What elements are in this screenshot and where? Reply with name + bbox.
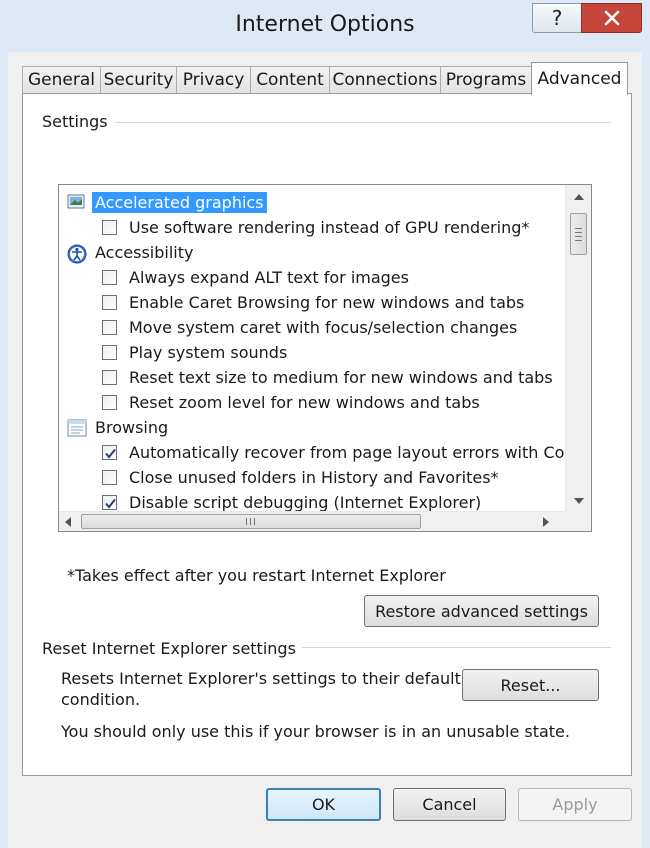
horizontal-scroll-thumb[interactable] <box>81 514 421 529</box>
tab-connections[interactable]: Connections <box>329 66 441 93</box>
browsing-icon <box>67 419 87 437</box>
scroll-right-arrow[interactable] <box>537 512 555 531</box>
cancel-button[interactable]: Cancel <box>393 788 506 821</box>
category-label: Accelerated graphics <box>92 192 267 213</box>
ok-button[interactable]: OK <box>266 788 381 821</box>
vertical-scroll-thumb[interactable] <box>570 213 587 255</box>
arrow-up-icon <box>574 194 584 200</box>
accessibility-icon <box>67 244 87 263</box>
dialog-body: General Security Privacy Content Connect… <box>8 52 642 848</box>
tab-security[interactable]: Security <box>100 66 177 93</box>
option-label: Disable script debugging (Internet Explo… <box>129 493 482 512</box>
reset-description-line2: condition. <box>61 690 141 709</box>
option-label: Reset text size to medium for new window… <box>129 368 553 387</box>
checkbox[interactable] <box>102 345 117 360</box>
setting-option[interactable]: Reset zoom level for new windows and tab… <box>102 390 480 415</box>
setting-option[interactable]: Automatically recover from page layout e… <box>102 440 592 465</box>
scroll-left-arrow[interactable] <box>59 512 77 531</box>
tab-content[interactable]: Content <box>250 66 330 93</box>
checkbox[interactable] <box>102 270 117 285</box>
option-label: Close unused folders in History and Favo… <box>129 468 499 487</box>
setting-option[interactable]: Always expand ALT text for images <box>102 265 409 290</box>
monitor-icon <box>67 194 85 212</box>
close-button[interactable] <box>581 3 642 33</box>
tab-advanced[interactable]: Advanced <box>531 62 628 95</box>
scrollbar-corner <box>565 511 591 531</box>
option-label: Move system caret with focus/selection c… <box>129 318 518 337</box>
reset-description-line1: Resets Internet Explorer's settings to t… <box>61 669 461 688</box>
horizontal-scrollbar[interactable] <box>59 511 567 531</box>
advanced-panel: Settings Accelerated graphics Use softwar… <box>22 93 632 776</box>
arrow-down-icon <box>574 498 584 504</box>
option-label: Enable Caret Browsing for new windows an… <box>129 293 525 312</box>
option-label: Use software rendering instead of GPU re… <box>129 218 530 237</box>
option-label: Always expand ALT text for images <box>129 268 409 287</box>
help-button[interactable]: ? <box>532 3 582 33</box>
tab-privacy[interactable]: Privacy <box>176 66 251 93</box>
setting-option[interactable]: Enable Caret Browsing for new windows an… <box>102 290 524 315</box>
checkbox-checked[interactable] <box>102 495 117 510</box>
option-label: Reset zoom level for new windows and tab… <box>129 393 480 412</box>
reset-divider <box>297 647 611 648</box>
reset-warning: You should only use this if your browser… <box>61 722 570 741</box>
settings-divider <box>115 122 611 123</box>
reset-group-title: Reset Internet Explorer settings <box>42 639 302 658</box>
tab-strip: General Security Privacy Content Connect… <box>22 62 642 95</box>
checkbox[interactable] <box>102 320 117 335</box>
setting-option[interactable]: Play system sounds <box>102 340 287 365</box>
tab-programs[interactable]: Programs <box>440 66 532 93</box>
reset-button[interactable]: Reset... <box>462 669 599 701</box>
vertical-scrollbar[interactable] <box>565 185 591 512</box>
setting-option[interactable]: Move system caret with focus/selection c… <box>102 315 517 340</box>
setting-option[interactable]: Reset text size to medium for new window… <box>102 365 553 390</box>
settings-group-title: Settings <box>42 112 114 131</box>
settings-category[interactable]: Accelerated graphics <box>67 190 267 215</box>
checkbox[interactable] <box>102 470 117 485</box>
option-label: Play system sounds <box>129 343 288 362</box>
setting-option[interactable]: Close unused folders in History and Favo… <box>102 465 499 490</box>
setting-option[interactable]: Use software rendering instead of GPU re… <box>102 215 529 240</box>
checkbox-checked[interactable] <box>102 445 117 460</box>
settings-category[interactable]: Browsing <box>67 415 171 440</box>
restart-footnote: *Takes effect after you restart Internet… <box>67 566 446 585</box>
checkbox[interactable] <box>102 395 117 410</box>
dialog-window: Internet Options ? General Security Priv… <box>0 0 650 848</box>
checkbox[interactable] <box>102 295 117 310</box>
scroll-up-arrow[interactable] <box>566 187 591 207</box>
category-label: Browsing <box>95 418 169 437</box>
scroll-down-arrow[interactable] <box>566 491 591 511</box>
category-label: Accessibility <box>95 243 194 262</box>
checkbox[interactable] <box>102 220 117 235</box>
arrow-right-icon <box>543 517 549 527</box>
checkbox[interactable] <box>102 370 117 385</box>
arrow-left-icon <box>65 517 71 527</box>
title-bar[interactable]: Internet Options ? <box>0 0 650 52</box>
restore-advanced-settings-button[interactable]: Restore advanced settings <box>364 595 599 627</box>
settings-tree[interactable]: Accelerated graphics Use software renderi… <box>58 184 592 532</box>
option-label: Automatically recover from page layout e… <box>129 443 592 462</box>
help-icon: ? <box>551 6 563 30</box>
apply-button[interactable]: Apply <box>518 788 632 821</box>
settings-category[interactable]: Accessibility <box>67 240 196 265</box>
close-icon <box>604 10 619 26</box>
tab-general[interactable]: General <box>22 66 101 93</box>
